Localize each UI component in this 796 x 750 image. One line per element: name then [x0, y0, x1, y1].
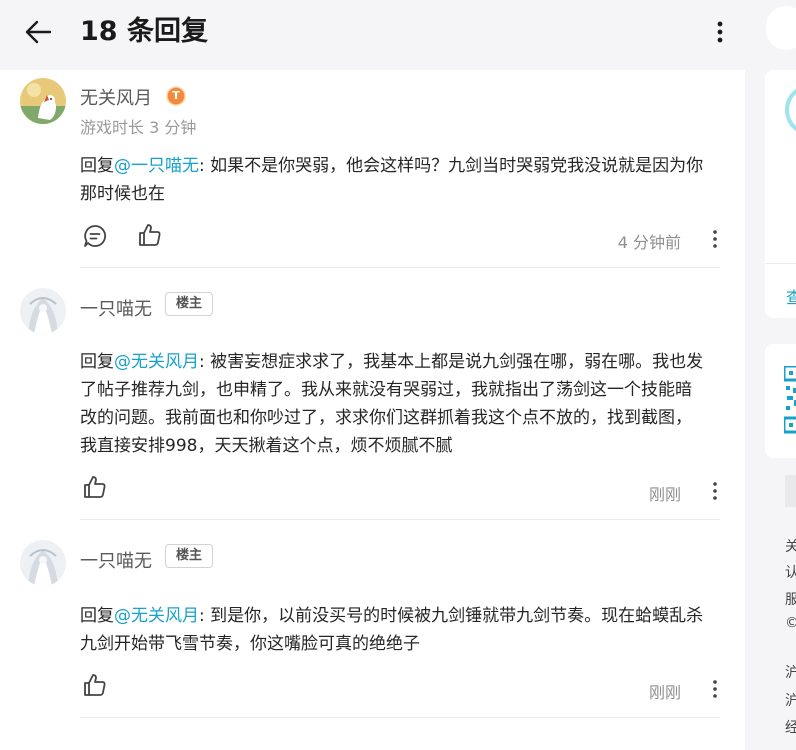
- play-time: 游戏时长 3 分钟: [80, 118, 197, 137]
- footer-text: ©: [785, 615, 796, 631]
- reply-time: 刚刚: [648, 683, 681, 702]
- reply-options-button[interactable]: [709, 227, 721, 251]
- reply-time: 4 分钟前: [617, 233, 681, 252]
- avatar[interactable]: [20, 540, 66, 586]
- dots-vertical-icon: [713, 230, 717, 248]
- dots-vertical-icon: [713, 680, 717, 698]
- owner-badge: 楼主: [165, 544, 213, 568]
- author-name[interactable]: 一只喵无: [80, 295, 152, 321]
- more-options-button[interactable]: [706, 16, 734, 48]
- sidebar-avatar-ring: [785, 88, 796, 132]
- footer-link[interactable]: 认: [785, 562, 796, 582]
- back-button[interactable]: [20, 14, 56, 50]
- more-vertical-icon: [717, 21, 723, 43]
- qr-code-icon: [784, 366, 796, 434]
- footer-link[interactable]: 关: [785, 536, 796, 556]
- mention-link[interactable]: @一只喵无: [114, 156, 199, 176]
- footer-text: 经: [785, 720, 796, 736]
- reply-text-line: 那时候也在: [80, 184, 165, 204]
- sidebar-qr-card: [765, 344, 796, 458]
- reply-text: 回复@无关风月: 被害妄想症求求了，我基本上都是说九剑强在哪，弱在哪。我也发 了…: [80, 348, 725, 460]
- divider: [80, 519, 720, 520]
- like-button[interactable]: [82, 672, 110, 700]
- thumbs-up-icon: [84, 476, 106, 498]
- avatar-image: [20, 540, 66, 586]
- divider: [80, 267, 720, 268]
- avatar[interactable]: [20, 78, 66, 124]
- dots-vertical-icon: [713, 482, 717, 500]
- reply-comment-button[interactable]: [82, 223, 110, 251]
- comment-icon: [84, 225, 107, 247]
- sidebar-profile-card: 查: [765, 70, 796, 318]
- reply-time: 刚刚: [648, 485, 681, 504]
- footer-link[interactable]: 服: [785, 589, 796, 609]
- avatar-image: [20, 288, 66, 334]
- thumbs-up-icon: [139, 224, 161, 246]
- reply-text: 回复@一只喵无: 如果不是你哭弱，他会这样吗？九剑当时哭弱党我没说就是因为你 那…: [80, 152, 725, 208]
- reply-text-line: 了帖子推荐九剑，也申精了。我从来就没有哭弱过，我就指出了荡剑这一个技能暗: [80, 380, 692, 400]
- sidebar-block: [785, 475, 796, 507]
- reply-text-line: : 被害妄想症求求了，我基本上都是说九剑强在哪，弱在哪。我也发: [199, 352, 704, 372]
- reply-text-line: 我直接安排998，天天揪着这个点，烦不烦腻不腻: [80, 436, 453, 456]
- thumbs-up-icon: [84, 674, 106, 696]
- reply-prefix: 回复: [80, 606, 114, 626]
- reply-options-button[interactable]: [709, 479, 721, 503]
- level-badge-text: T: [172, 89, 180, 102]
- avatar[interactable]: [20, 288, 66, 334]
- back-arrow-icon: [25, 20, 52, 44]
- top-bar: 18 条回复: [0, 0, 745, 68]
- footer-text: 沪: [785, 665, 796, 681]
- replies-panel: 无关风月 T 游戏时长 3 分钟 回复@一只喵无: 如果不是你哭弱，他会这样吗？…: [0, 70, 745, 750]
- reply-options-button[interactable]: [709, 677, 721, 701]
- author-name[interactable]: 一只喵无: [80, 547, 152, 573]
- avatar-image: [20, 78, 66, 124]
- sidebar-link[interactable]: 查: [786, 284, 796, 308]
- sidebar-search-box[interactable]: [766, 6, 796, 50]
- author-name[interactable]: 无关风月: [80, 84, 152, 110]
- divider: [765, 263, 796, 264]
- like-button[interactable]: [137, 222, 165, 250]
- page-title: 18 条回复: [80, 16, 208, 47]
- reply-text-line: : 如果不是你哭弱，他会这样吗？九剑当时哭弱党我没说就是因为你: [199, 156, 704, 176]
- reply-text-line: 改的问题。我前面也和你吵过了，求求你们这群抓着我这个点不放的，找到截图，: [80, 408, 692, 428]
- reply-text-line: 九剑开始带飞雪节奏，你这嘴脸可真的绝绝子: [80, 634, 420, 654]
- footer-text: 沪: [785, 693, 796, 709]
- reply-text-line: : 到是你，以前没买号的时候被九剑锤就带九剑节奏。现在蛤蟆乱杀: [199, 606, 704, 626]
- mention-link[interactable]: @无关风月: [114, 606, 199, 626]
- mention-link[interactable]: @无关风月: [114, 352, 199, 372]
- reply-prefix: 回复: [80, 156, 114, 176]
- like-button[interactable]: [82, 474, 110, 502]
- reply-prefix: 回复: [80, 352, 114, 372]
- owner-badge: 楼主: [165, 292, 213, 316]
- level-badge: T: [166, 86, 186, 106]
- divider: [80, 717, 720, 718]
- reply-text: 回复@无关风月: 到是你，以前没买号的时候被九剑锤就带九剑节奏。现在蛤蟆乱杀 九…: [80, 602, 725, 658]
